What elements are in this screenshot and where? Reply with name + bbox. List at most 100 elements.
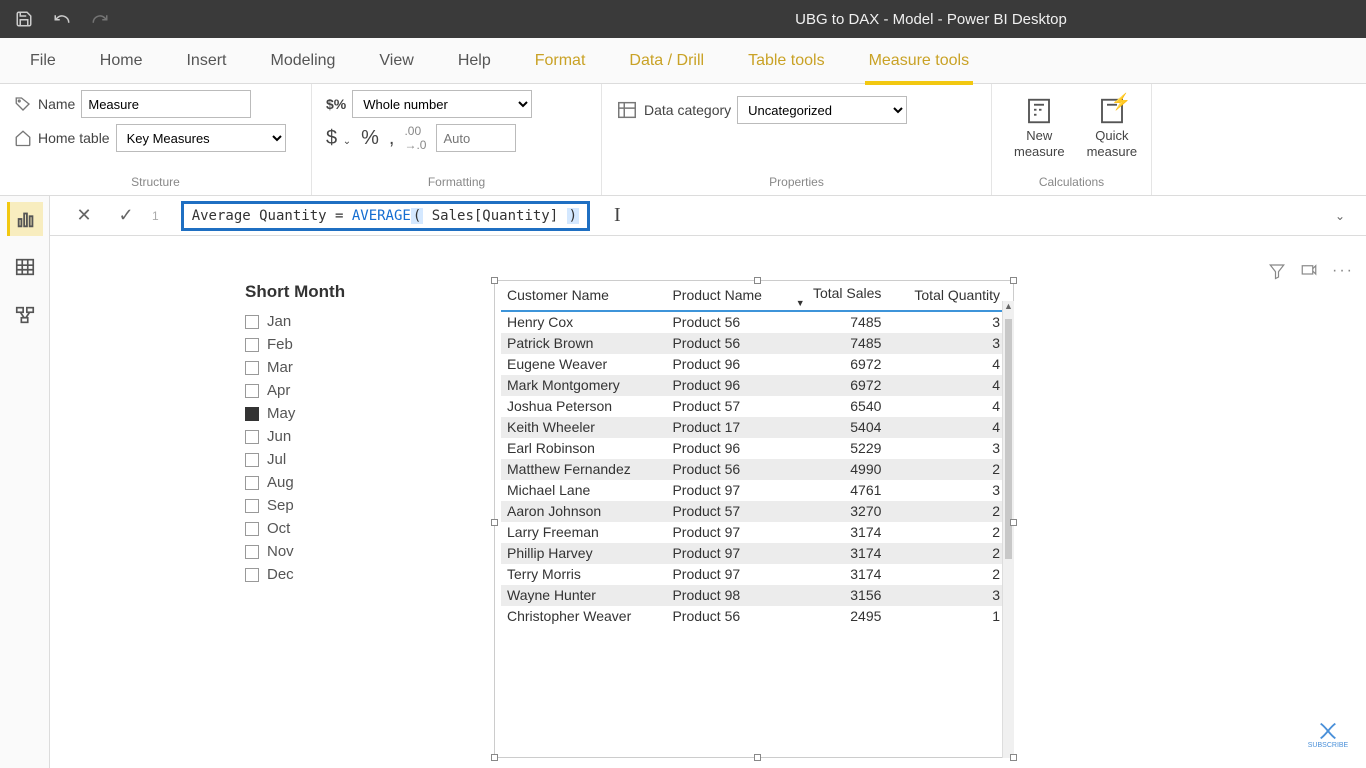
home-icon (14, 129, 32, 147)
resize-handle[interactable] (1010, 519, 1017, 526)
quick-measure-button[interactable]: ⚡ Quick measure (1079, 92, 1146, 163)
report-view-button[interactable] (7, 202, 43, 236)
table-row[interactable]: Eugene WeaverProduct 9669724 (501, 354, 1006, 375)
slicer-item-mar[interactable]: Mar (245, 356, 415, 379)
tab-file[interactable]: File (8, 38, 78, 84)
tab-modeling[interactable]: Modeling (248, 38, 357, 84)
table-cell: 3156 (790, 585, 888, 606)
decimal-icon[interactable]: .00→.0 (404, 124, 426, 152)
cancel-formula-button[interactable]: ✕ (68, 202, 100, 230)
data-category-select[interactable]: Uncategorized (737, 96, 907, 124)
table-row[interactable]: Phillip HarveyProduct 9731742 (501, 543, 1006, 564)
tab-table-tools[interactable]: Table tools (726, 38, 847, 84)
column-header[interactable]: Total Quantity (887, 281, 1006, 311)
slicer-item-jan[interactable]: Jan (245, 310, 415, 333)
tab-format[interactable]: Format (513, 38, 608, 84)
ribbon: Name Home table Key Measures Structure $… (0, 84, 1366, 196)
table-row[interactable]: Aaron JohnsonProduct 5732702 (501, 501, 1006, 522)
expand-formula-button[interactable]: ⌄ (1324, 202, 1356, 230)
table-cell: 3 (887, 480, 1006, 501)
checkbox-icon[interactable] (245, 453, 259, 467)
table-row[interactable]: Larry FreemanProduct 9731742 (501, 522, 1006, 543)
table-cell: 4761 (790, 480, 888, 501)
resize-handle[interactable] (491, 754, 498, 761)
data-view-button[interactable] (7, 250, 43, 284)
resize-handle[interactable] (1010, 754, 1017, 761)
table-cell: Joshua Peterson (501, 396, 666, 417)
table-row[interactable]: Henry CoxProduct 5674853 (501, 311, 1006, 333)
tab-help[interactable]: Help (436, 38, 513, 84)
slicer-item-aug[interactable]: Aug (245, 471, 415, 494)
slicer-item-jun[interactable]: Jun (245, 425, 415, 448)
checkbox-icon[interactable] (245, 499, 259, 513)
formula-input[interactable]: Average Quantity = AVERAGE( Sales[Quanti… (173, 200, 1314, 232)
titlebar: UBG to DAX - Model - Power BI Desktop (0, 0, 1366, 38)
table-row[interactable]: Earl RobinsonProduct 9652293 (501, 438, 1006, 459)
table-row[interactable]: Michael LaneProduct 9747613 (501, 480, 1006, 501)
checkbox-icon[interactable] (245, 407, 259, 421)
resize-handle[interactable] (754, 754, 761, 761)
checkbox-icon[interactable] (245, 522, 259, 536)
slicer-item-may[interactable]: May (245, 402, 415, 425)
checkbox-icon[interactable] (245, 384, 259, 398)
table-visual[interactable]: Customer NameProduct NameTotal Sales▼Tot… (494, 280, 1014, 758)
table-row[interactable]: Joshua PetersonProduct 5765404 (501, 396, 1006, 417)
measure-name-input[interactable] (81, 90, 251, 118)
tab-measure-tools[interactable]: Measure tools (847, 38, 992, 84)
home-table-select[interactable]: Key Measures (116, 124, 286, 152)
slicer-item-label: Mar (267, 359, 293, 376)
column-header[interactable]: Customer Name (501, 281, 666, 311)
tab-insert[interactable]: Insert (164, 38, 248, 84)
commit-formula-button[interactable]: ✓ (110, 202, 142, 230)
slicer-item-dec[interactable]: Dec (245, 563, 415, 586)
checkbox-icon[interactable] (245, 361, 259, 375)
checkbox-icon[interactable] (245, 568, 259, 582)
table-row[interactable]: Keith WheelerProduct 1754044 (501, 417, 1006, 438)
table-cell: Terry Morris (501, 564, 666, 585)
line-number: 1 (152, 209, 163, 223)
focus-mode-icon[interactable] (1300, 262, 1320, 282)
table-row[interactable]: Mark MontgomeryProduct 9669724 (501, 375, 1006, 396)
table-row[interactable]: Patrick BrownProduct 5674853 (501, 333, 1006, 354)
format-select[interactable]: Whole number (352, 90, 532, 118)
thousands-button[interactable]: , (389, 127, 395, 150)
new-measure-button[interactable]: New measure (1006, 92, 1073, 163)
table-row[interactable]: Terry MorrisProduct 9731742 (501, 564, 1006, 585)
table-row[interactable]: Christopher WeaverProduct 5624951 (501, 606, 1006, 627)
table-scrollbar[interactable]: ▲ (1002, 301, 1014, 758)
currency-button[interactable]: $ ⌄ (326, 127, 351, 150)
checkbox-icon[interactable] (245, 545, 259, 559)
tab-data-drill[interactable]: Data / Drill (607, 38, 726, 84)
scroll-up-icon[interactable]: ▲ (1003, 301, 1014, 317)
table-row[interactable]: Wayne HunterProduct 9831563 (501, 585, 1006, 606)
checkbox-icon[interactable] (245, 315, 259, 329)
slicer-item-sep[interactable]: Sep (245, 494, 415, 517)
resize-handle[interactable] (1010, 277, 1017, 284)
undo-icon[interactable] (52, 9, 72, 29)
checkbox-icon[interactable] (245, 476, 259, 490)
tab-home[interactable]: Home (78, 38, 165, 84)
redo-icon[interactable] (90, 9, 110, 29)
more-options-icon[interactable]: ··· (1332, 262, 1352, 282)
slicer-item-nov[interactable]: Nov (245, 540, 415, 563)
percent-button[interactable]: % (361, 127, 379, 150)
resize-handle[interactable] (754, 277, 761, 284)
slicer-item-oct[interactable]: Oct (245, 517, 415, 540)
model-view-button[interactable] (7, 298, 43, 332)
visual-toolbar: ··· (1268, 262, 1352, 282)
checkbox-icon[interactable] (245, 430, 259, 444)
column-header[interactable]: Total Sales▼ (790, 281, 888, 311)
resize-handle[interactable] (491, 519, 498, 526)
slicer-item-jul[interactable]: Jul (245, 448, 415, 471)
decimal-places-input[interactable] (436, 124, 516, 152)
table-cell: Product 57 (666, 396, 789, 417)
resize-handle[interactable] (491, 277, 498, 284)
column-header[interactable]: Product Name (666, 281, 789, 311)
tab-view[interactable]: View (357, 38, 435, 84)
slicer-item-apr[interactable]: Apr (245, 379, 415, 402)
filter-icon[interactable] (1268, 262, 1288, 282)
save-icon[interactable] (14, 9, 34, 29)
checkbox-icon[interactable] (245, 338, 259, 352)
table-row[interactable]: Matthew FernandezProduct 5649902 (501, 459, 1006, 480)
slicer-item-feb[interactable]: Feb (245, 333, 415, 356)
